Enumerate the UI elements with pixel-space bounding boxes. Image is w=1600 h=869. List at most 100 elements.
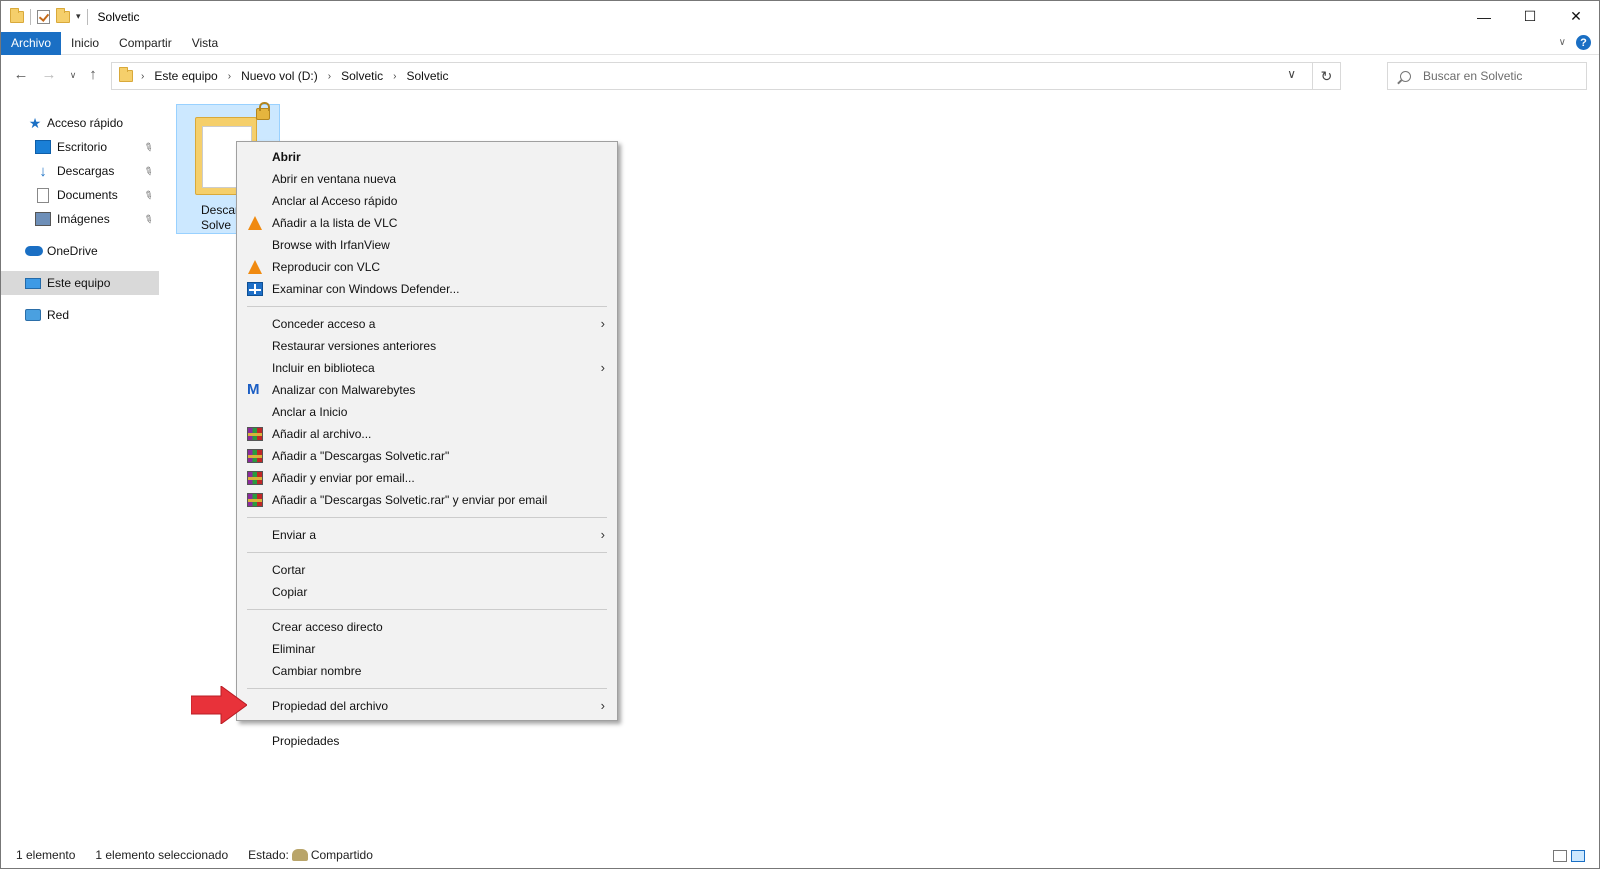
menu-item-restaurar-versiones[interactable]: Restaurar versiones anteriores <box>237 335 617 357</box>
recent-locations-icon[interactable]: ∨ <box>63 70 83 81</box>
menu-item-label: Browse with IrfanView <box>272 238 390 252</box>
chevron-right-icon[interactable]: › <box>393 71 396 82</box>
menu-item-propiedad-archivo[interactable]: Propiedad del archivo › <box>237 695 617 717</box>
menu-item-label: Anclar a Inicio <box>272 405 348 419</box>
menu-item-cambiar-nombre[interactable]: Cambiar nombre <box>237 660 617 682</box>
menu-item-anadir-lista-vlc[interactable]: Añadir a la lista de VLC <box>237 212 617 234</box>
ribbon-right: ∨ ? <box>1559 35 1591 50</box>
breadcrumb-solvetic[interactable]: Solvetic <box>341 69 383 83</box>
menu-item-anadir-archivo[interactable]: Añadir al archivo... <box>237 423 617 445</box>
menu-item-reproducir-vlc[interactable]: Reproducir con VLC <box>237 256 617 278</box>
menu-item-enviar-a[interactable]: Enviar a › <box>237 524 617 546</box>
menu-item-incluir-biblioteca[interactable]: Incluir en biblioteca › <box>237 357 617 379</box>
menu-separator <box>247 517 607 518</box>
minimize-button[interactable]: — <box>1461 1 1507 32</box>
close-button[interactable]: ✕ <box>1553 1 1599 32</box>
help-icon[interactable]: ? <box>1576 35 1591 50</box>
details-view-icon[interactable] <box>1553 850 1567 862</box>
back-arrow-icon[interactable]: ← <box>11 66 31 83</box>
menu-item-conceder-acceso[interactable]: Conceder acceso a › <box>237 313 617 335</box>
chevron-right-icon: › <box>600 360 605 375</box>
large-icons-view-icon[interactable] <box>1571 850 1585 862</box>
sidebar-item-red[interactable]: Red <box>1 303 159 327</box>
menu-item-cortar[interactable]: Cortar <box>237 559 617 581</box>
sidebar-item-label: Red <box>47 308 70 322</box>
menu-item-examinar-defender[interactable]: Examinar con Windows Defender... <box>237 278 617 300</box>
menu-item-label: Analizar con Malwarebytes <box>272 383 416 397</box>
pin-icon: ✎ <box>141 211 156 227</box>
status-selected-count: 1 elemento seleccionado <box>95 848 229 862</box>
menu-item-label: Propiedades <box>272 734 340 748</box>
menu-item-label: Abrir <box>272 150 301 164</box>
onedrive-icon <box>25 246 43 256</box>
customize-toolbar-icon[interactable]: ▾ <box>76 11 81 22</box>
status-bar: 1 elemento 1 elemento seleccionado Estad… <box>1 842 1599 868</box>
tab-inicio[interactable]: Inicio <box>61 32 109 55</box>
search-input[interactable]: Buscar en Solvetic <box>1387 62 1587 90</box>
menu-item-label: Añadir a "Descargas Solvetic.rar" <box>272 449 450 463</box>
chevron-right-icon[interactable]: › <box>141 71 144 82</box>
red-pointer-arrow-icon <box>191 686 247 724</box>
sidebar-item-onedrive[interactable]: OneDrive <box>1 239 159 263</box>
tab-archivo[interactable]: Archivo <box>1 31 62 55</box>
chevron-right-icon: › <box>600 698 605 713</box>
pin-icon: ✎ <box>141 139 156 155</box>
title-bar: ▾ Solvetic — ☐ ✕ <box>1 1 1599 32</box>
menu-item-label: Anclar al Acceso rápido <box>272 194 398 208</box>
file-explorer-window: ▾ Solvetic — ☐ ✕ Archivo Inicio Comparti… <box>0 0 1600 869</box>
menu-item-propiedades[interactable]: Propiedades <box>237 730 617 752</box>
menu-separator <box>247 723 607 724</box>
menu-item-eliminar[interactable]: Eliminar <box>237 638 617 660</box>
chevron-right-icon: › <box>600 527 605 542</box>
address-bar[interactable]: › Este equipo › Nuevo vol (D:) › Solveti… <box>111 62 1341 90</box>
menu-separator <box>247 306 607 307</box>
sidebar-item-documents[interactable]: Documents ✎ <box>1 183 159 207</box>
new-folder-icon[interactable] <box>56 7 70 23</box>
menu-item-label: Restaurar versiones anteriores <box>272 339 437 353</box>
menu-item-anclar-acceso-rapido[interactable]: Anclar al Acceso rápido <box>237 190 617 212</box>
tab-compartir[interactable]: Compartir <box>109 32 182 55</box>
menu-item-abrir[interactable]: Abrir <box>237 146 617 168</box>
shared-users-icon <box>291 849 308 861</box>
menu-item-label: Abrir en ventana nueva <box>272 172 397 186</box>
computer-icon <box>25 277 41 289</box>
sidebar-item-descargas[interactable]: ↓ Descargas ✎ <box>1 159 159 183</box>
up-arrow-icon[interactable]: ↑ <box>83 66 103 83</box>
toolbar-divider <box>30 8 31 25</box>
menu-item-label: Conceder acceso a <box>272 317 376 331</box>
chevron-down-icon[interactable]: ∨ <box>1287 67 1296 81</box>
menu-item-label: Añadir y enviar por email... <box>272 471 415 485</box>
breadcrumb-este-equipo[interactable]: Este equipo <box>154 69 217 83</box>
sidebar-item-escritorio[interactable]: Escritorio ✎ <box>1 135 159 159</box>
menu-item-anadir-rar[interactable]: Añadir a "Descargas Solvetic.rar" <box>237 445 617 467</box>
menu-item-browse-irfanview[interactable]: Browse with IrfanView <box>237 234 617 256</box>
toolbar-divider <box>86 8 88 25</box>
refresh-icon[interactable]: ↻ <box>1312 63 1340 89</box>
properties-icon[interactable] <box>37 9 50 24</box>
downloads-icon: ↓ <box>39 162 47 180</box>
menu-separator <box>247 688 607 689</box>
breadcrumb-nuevo-vol[interactable]: Nuevo vol (D:) <box>241 69 318 83</box>
sidebar-item-este-equipo[interactable]: Este equipo <box>1 271 159 295</box>
menu-item-label: Incluir en biblioteca <box>272 361 375 375</box>
menu-item-label: Copiar <box>272 585 308 599</box>
tab-vista[interactable]: Vista <box>182 32 228 55</box>
expand-ribbon-icon[interactable]: ∨ <box>1559 37 1566 48</box>
chevron-right-icon[interactable]: › <box>328 71 331 82</box>
context-menu: Abrir Abrir en ventana nueva Anclar al A… <box>236 141 618 752</box>
menu-item-analizar-malwarebytes[interactable]: Analizar con Malwarebytes <box>237 379 617 401</box>
sidebar-item-imagenes[interactable]: Imágenes ✎ <box>1 207 159 231</box>
search-placeholder: Buscar en Solvetic <box>1423 69 1523 83</box>
menu-item-anadir-rar-enviar-email[interactable]: Añadir a "Descargas Solvetic.rar" y envi… <box>237 489 617 511</box>
menu-item-anclar-inicio[interactable]: Anclar a Inicio <box>237 401 617 423</box>
menu-item-anadir-enviar-email[interactable]: Añadir y enviar por email... <box>237 467 617 489</box>
forward-arrow-icon[interactable]: → <box>39 66 59 83</box>
menu-item-abrir-ventana-nueva[interactable]: Abrir en ventana nueva <box>237 168 617 190</box>
maximize-button[interactable]: ☐ <box>1507 1 1553 32</box>
breadcrumb-solvetic-current[interactable]: Solvetic <box>406 69 448 83</box>
sidebar-item-acceso-rapido[interactable]: ★ Acceso rápido <box>1 111 159 135</box>
menu-item-copiar[interactable]: Copiar <box>237 581 617 603</box>
menu-item-label: Crear acceso directo <box>272 620 383 634</box>
chevron-right-icon[interactable]: › <box>228 71 231 82</box>
menu-item-crear-acceso-directo[interactable]: Crear acceso directo <box>237 616 617 638</box>
